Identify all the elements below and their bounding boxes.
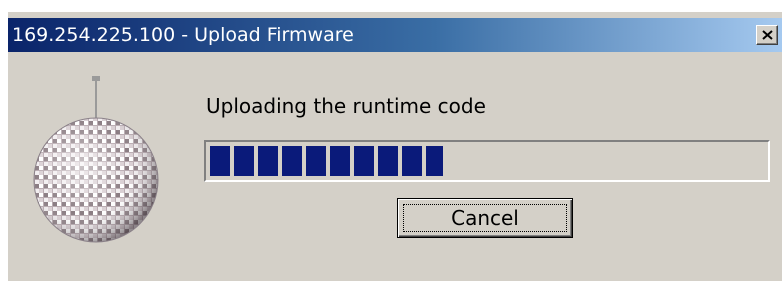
progress-track bbox=[210, 146, 764, 176]
upload-firmware-dialog: 169.254.225.100 - Upload Firmware Upload… bbox=[6, 12, 782, 281]
cancel-button-label: Cancel bbox=[403, 204, 567, 232]
window-title: 169.254.225.100 - Upload Firmware bbox=[12, 24, 354, 46]
close-button[interactable] bbox=[756, 25, 778, 45]
cancel-button[interactable]: Cancel bbox=[397, 198, 573, 238]
close-icon bbox=[762, 30, 773, 40]
disco-ball-icon bbox=[33, 76, 159, 243]
title-bar[interactable]: 169.254.225.100 - Upload Firmware bbox=[8, 18, 782, 52]
progress-fill bbox=[210, 146, 443, 176]
upload-progress-bar bbox=[204, 140, 770, 182]
status-message: Uploading the runtime code bbox=[206, 94, 486, 118]
